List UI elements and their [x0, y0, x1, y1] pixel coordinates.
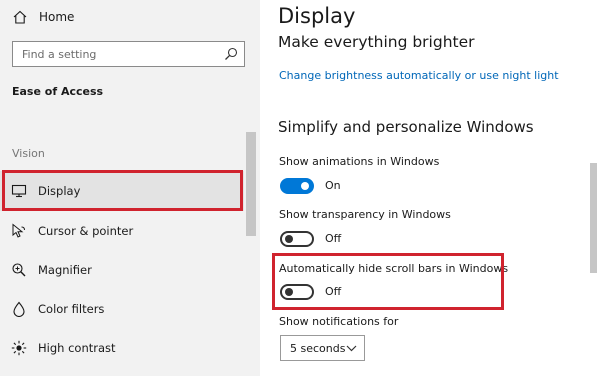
main-scrollbar[interactable]: [590, 163, 597, 273]
high-contrast-icon: [11, 340, 27, 356]
transparency-toggle[interactable]: [280, 231, 314, 247]
search-input[interactable]: [13, 47, 224, 61]
main-panel: Display Make everything brighter Change …: [260, 0, 600, 376]
home-icon: [13, 10, 27, 24]
notifications-label: Show notifications for: [279, 315, 399, 328]
sidebar: Home Ease of Access Vision Display Curso…: [0, 0, 260, 376]
group-label-vision: Vision: [12, 147, 45, 160]
sidebar-item-label: Color filters: [38, 302, 105, 316]
sidebar-scrollbar[interactable]: [246, 132, 256, 236]
search-icon[interactable]: [224, 47, 238, 61]
home-label: Home: [39, 10, 75, 24]
sidebar-item-label: Cursor & pointer: [38, 224, 134, 238]
toggle-knob: [301, 182, 309, 190]
magnifier-icon: [12, 263, 26, 277]
color-filter-icon: [13, 301, 25, 317]
animations-state: On: [325, 179, 341, 192]
animations-toggle[interactable]: [280, 178, 314, 194]
sidebar-item-label: Magnifier: [38, 263, 92, 277]
page-title: Display: [278, 4, 356, 28]
brightness-link[interactable]: Change brightness automatically or use n…: [279, 69, 559, 82]
transparency-label: Show transparency in Windows: [279, 208, 451, 221]
chevron-down-icon: [346, 345, 357, 351]
section-title: Ease of Access: [12, 85, 104, 98]
highlight-box-scrollbars: [272, 253, 504, 310]
transparency-state: Off: [325, 232, 342, 245]
sidebar-item-label: High contrast: [38, 341, 116, 355]
notifications-dropdown[interactable]: 5 seconds: [280, 335, 365, 361]
sidebar-item-high-contrast[interactable]: High contrast: [0, 328, 244, 368]
sidebar-item-cursor-pointer[interactable]: Cursor & pointer: [0, 211, 244, 251]
sidebar-item-magnifier[interactable]: Magnifier: [0, 250, 244, 290]
notifications-value: 5 seconds: [290, 341, 346, 355]
section-heading: Simplify and personalize Windows: [278, 118, 534, 136]
animations-label: Show animations in Windows: [279, 155, 440, 168]
home-link[interactable]: Home: [12, 8, 74, 26]
cursor-icon: [12, 223, 25, 238]
highlight-box-display: [2, 170, 243, 211]
sidebar-item-color-filters[interactable]: Color filters: [0, 289, 244, 329]
search-box[interactable]: [12, 41, 245, 67]
subtitle: Make everything brighter: [278, 33, 475, 51]
toggle-knob: [285, 235, 293, 243]
